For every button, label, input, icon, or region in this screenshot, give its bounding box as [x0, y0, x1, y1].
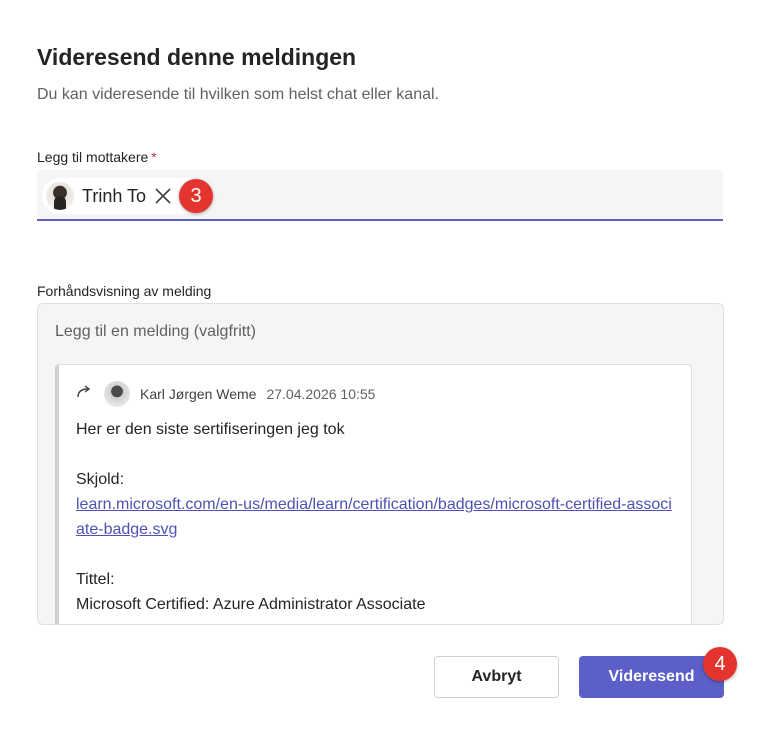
badge-link[interactable]: learn.microsoft.com/en-us/media/learn/ce… [76, 492, 676, 542]
quoted-message-header: Karl Jørgen Weme 27.04.2026 10:55 [74, 381, 375, 407]
title-label: Tittel: [76, 571, 115, 588]
avatar [104, 381, 130, 407]
required-marker: * [151, 149, 157, 165]
preview-label: Forhåndsvisning av melding [37, 283, 212, 299]
cancel-button[interactable]: Avbryt [434, 656, 559, 698]
quoted-message-body: Her er den siste sertifiseringen jeg tok… [76, 417, 676, 617]
avatar [46, 182, 74, 210]
author-name: Karl Jørgen Weme [140, 386, 257, 402]
title-section: Tittel: Microsoft Certified: Azure Admin… [76, 567, 676, 617]
step-badge-3: 3 [179, 179, 213, 213]
recipients-label-text: Legg til mottakere [37, 149, 149, 165]
recipients-label: Legg til mottakere * [37, 149, 157, 165]
badge-section: Skjold: learn.microsoft.com/en-us/media/… [76, 467, 676, 542]
recipients-input[interactable]: Trinh To [37, 170, 723, 221]
message-timestamp: 27.04.2026 10:55 [266, 386, 376, 402]
title-value: Microsoft Certified: Azure Administrator… [76, 596, 426, 613]
step-badge-4: 4 [703, 647, 737, 681]
dialog-title: Videresend denne meldingen [37, 44, 357, 70]
recipient-chip-name: Trinh To [82, 185, 147, 206]
forward-arrow-icon [74, 382, 104, 407]
badge-label: Skjold: [76, 471, 125, 488]
forward-message-dialog: Videresend denne meldingen Du kan videre… [0, 0, 760, 736]
message-text: Her er den siste sertifiseringen jeg tok [76, 421, 345, 438]
message-input[interactable]: Legg til en melding (valgfritt) [55, 323, 256, 341]
quoted-message-card: Karl Jørgen Weme 27.04.2026 10:55 Her er… [55, 364, 692, 624]
close-icon[interactable] [152, 185, 174, 207]
message-preview: Legg til en melding (valgfritt) Karl Jør… [37, 303, 724, 625]
dialog-subtitle: Du kan videresende til hvilken som helst… [37, 86, 439, 103]
